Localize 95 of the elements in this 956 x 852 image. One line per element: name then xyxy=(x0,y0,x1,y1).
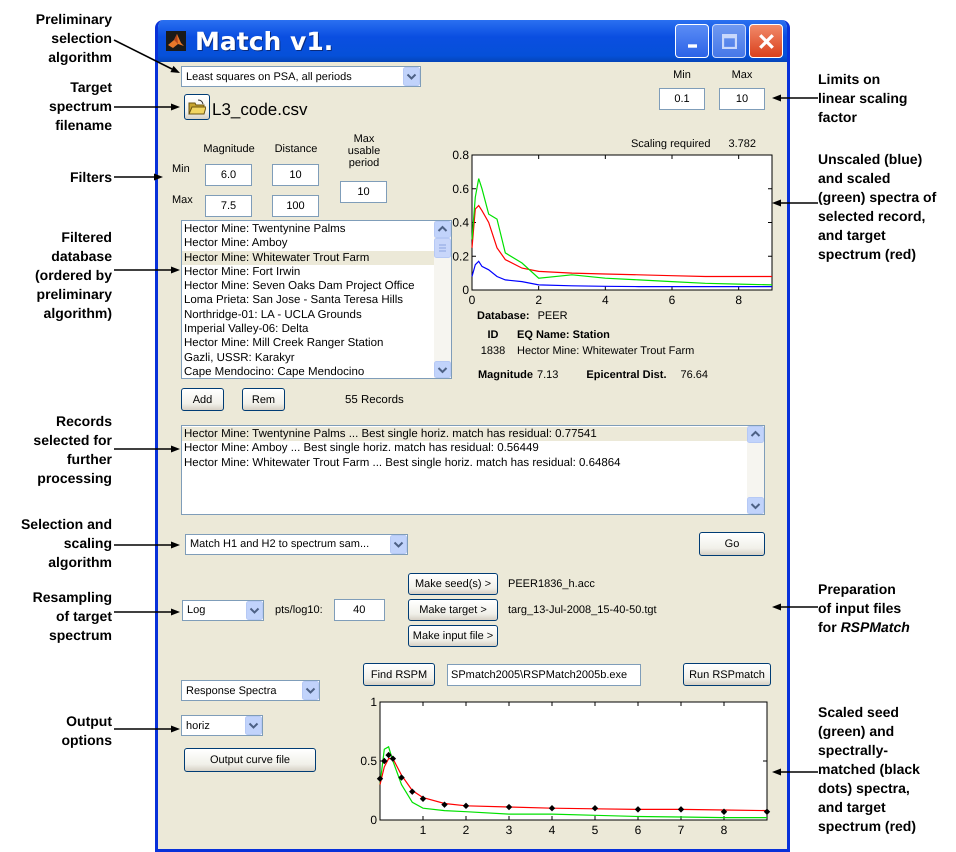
database-label: Database: xyxy=(477,310,530,322)
tick-label: 4 xyxy=(602,293,609,307)
tick-label: 0 xyxy=(462,283,469,297)
remove-button[interactable]: Rem xyxy=(242,388,285,411)
algorithm-dropdown[interactable]: Match H1 and H2 to spectrum sam... xyxy=(185,534,408,554)
list-item[interactable]: Gazli, USSR: Karakyr xyxy=(182,350,434,365)
tick-label: 0 xyxy=(370,813,377,827)
list-item[interactable]: Hector Mine: Fort Irwin xyxy=(182,264,434,280)
list-item[interactable]: Hector Mine: Seven Oaks Dam Project Office xyxy=(182,279,434,294)
column-header: EQ Name: Station xyxy=(517,329,611,341)
annotation-label: Target spectrum filename xyxy=(48,78,112,135)
tick-label: 8 xyxy=(720,823,728,837)
annotation-label: Preparation of input files for RSPMatch xyxy=(818,580,911,637)
component-dropdown[interactable]: horiz xyxy=(181,715,263,736)
make-file-button[interactable]: Make seed(s) > xyxy=(408,573,498,595)
tick-label: 2 xyxy=(462,823,470,837)
list-item[interactable]: Hector Mine: Mill Creek Ranger Station xyxy=(182,336,434,351)
window-title: Match v1. xyxy=(195,26,334,56)
tick-label: 3 xyxy=(506,823,512,837)
tick-label: 0.5 xyxy=(360,754,377,768)
min-label: Min xyxy=(673,69,691,81)
input-field[interactable]: 7.5 xyxy=(205,194,252,216)
input-field[interactable]: 0.1 xyxy=(659,88,705,110)
column-header: Distance xyxy=(274,143,318,155)
tick-label: 0 xyxy=(468,293,476,307)
row-label: Max xyxy=(172,194,194,206)
list-item[interactable]: Cape Mendocino: Cape Mendocino xyxy=(182,364,434,378)
tick-label: 7 xyxy=(678,823,684,837)
annotation-label: Scaled seed (green) and spectrally- matched (black dots) spectra, and target spectrum (red) xyxy=(818,703,921,836)
pts-label: pts/log10: xyxy=(275,604,323,616)
annotation-label: Output options xyxy=(60,712,112,750)
record-count: 55 Records xyxy=(345,394,404,406)
annotation-label: Filters xyxy=(68,168,112,187)
annotation-label: Unscaled (blue) and scaled (green) spectra of selected record, and target spectrum (red) xyxy=(818,150,938,264)
output-curve-button[interactable]: Output curve file xyxy=(184,748,316,772)
tick-label: 8 xyxy=(735,293,742,307)
tick-label: 5 xyxy=(592,823,598,837)
magnitude-value: 7.13 xyxy=(537,369,558,381)
list-item[interactable]: Hector Mine: Amboy xyxy=(182,236,434,251)
input-field[interactable]: 6.0 xyxy=(205,164,252,186)
scaling-label: Scaling required xyxy=(630,138,710,150)
filename-label: L3_code.csv xyxy=(212,100,308,120)
annotation-label: Filtered database (ordered by preliminary algorithm) xyxy=(34,228,112,323)
tick-label: 6 xyxy=(668,293,676,307)
tick-label: 6 xyxy=(634,823,642,837)
tick-label: 2 xyxy=(535,293,542,307)
column-header: Max usable period xyxy=(346,133,382,169)
filename-label: targ_13-Jul-2008_15-40-50.tgt xyxy=(508,604,657,616)
filename-label: PEER1836_h.acc xyxy=(508,578,595,590)
tick-label: 1 xyxy=(420,823,426,837)
list-item[interactable]: Hector Mine: Twentynine Palms ... Best single horiz. match has residual: 0.77541 xyxy=(182,427,747,442)
make-file-button[interactable]: Make input file > xyxy=(408,625,498,647)
find-rspm-button[interactable]: Find RSPM xyxy=(363,663,435,686)
run-rspmatch-button[interactable]: Run RSPmatch xyxy=(683,663,771,686)
algorithm-dropdown[interactable]: Least squares on PSA, all periods xyxy=(181,66,421,87)
column-header: ID xyxy=(486,329,500,341)
tick-label: 0.8 xyxy=(452,148,469,162)
table-cell-text: Hector Mine: Whitewater Trout Farm xyxy=(517,345,696,357)
input-field[interactable]: 10 xyxy=(719,88,765,110)
annotation-label: Selection and scaling algorithm xyxy=(20,515,112,572)
row-label: Min xyxy=(172,163,191,175)
annotation-label: Preliminary selection algorithm xyxy=(34,10,112,67)
magnitude-label: Magnitude xyxy=(478,369,533,381)
list-item[interactable]: Northridge-01: LA - UCLA Grounds xyxy=(182,308,434,322)
tick-label: 0.6 xyxy=(452,182,469,196)
scaling-value: 3.782 xyxy=(728,138,756,150)
list-item[interactable]: Imperial Valley-06: Delta xyxy=(182,322,434,336)
tick-label: 0.4 xyxy=(452,216,469,230)
column-header: Magnitude xyxy=(203,143,255,155)
list-item[interactable]: Hector Mine: Whitewater Trout Farm xyxy=(182,250,434,265)
input-field[interactable]: 100 xyxy=(272,194,319,216)
output-type-dropdown[interactable]: Response Spectra xyxy=(181,680,320,701)
distance-value: 76.64 xyxy=(680,369,708,381)
annotation-label: Resampling of target spectrum xyxy=(32,588,112,645)
tick-label: 1 xyxy=(370,695,377,709)
input-field[interactable]: 10 xyxy=(340,181,387,203)
tick-label: 0.2 xyxy=(452,249,469,264)
input-field[interactable]: 40 xyxy=(334,599,385,621)
list-item[interactable]: Hector Mine: Twentynine Palms xyxy=(182,222,434,236)
annotation-label: Limits on linear scaling factor xyxy=(818,70,908,127)
input-field[interactable]: 10 xyxy=(272,164,319,186)
path-field[interactable]: SPmatch2005\RSPMatch2005b.exe xyxy=(447,664,641,686)
table-cell-text: 1838 xyxy=(480,345,506,357)
go-button[interactable]: Go xyxy=(699,532,765,556)
list-item[interactable]: Hector Mine: Amboy ... Best single horiz. match has residual: 0.56449 xyxy=(182,441,747,456)
list-item[interactable]: Loma Prieta: San Jose - Santa Teresa Hills xyxy=(182,293,434,308)
resampling-dropdown[interactable]: Log xyxy=(182,600,264,620)
tick-label: 4 xyxy=(548,823,556,837)
list-item[interactable]: Hector Mine: Whitewater Trout Farm ... Best single horiz. match has residual: 0.64864 xyxy=(182,456,747,470)
distance-label: Epicentral Dist. xyxy=(586,369,666,381)
add-button[interactable]: Add xyxy=(181,388,224,411)
database-value: PEER xyxy=(538,310,568,322)
make-file-button[interactable]: Make target > xyxy=(408,599,498,621)
max-label: Max xyxy=(732,69,752,81)
annotation-label: Records selected for further processing xyxy=(32,412,112,488)
